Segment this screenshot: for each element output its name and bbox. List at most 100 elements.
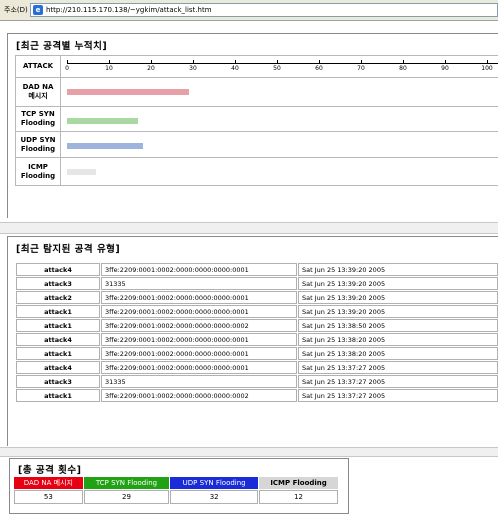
axis-tick [277,59,278,64]
address-cell: 3ffe:2209:0001:0002:0000:0000:0000:0002 [101,319,297,332]
time-cell: Sat Jun 25 13:39:20 2005 [298,305,498,318]
address-cell: 3ffe:2209:0001:0002:0000:0000:0000:0001 [101,263,297,276]
time-cell: Sat Jun 25 13:39:20 2005 [298,277,498,290]
totals-value-dad: 53 [14,490,83,504]
table-row: attack3 31335 Sat Jun 25 13:37:27 2005 [16,375,498,388]
axis-tick-label: 30 [189,64,197,72]
axis-tick [235,59,236,64]
time-cell: Sat Jun 25 13:37:27 2005 [298,361,498,374]
attack-name-cell: attack1 [16,347,100,360]
recent-frame: [최근 탐지된 공격 유형] attack4 3ffe:2209:0001:000… [7,236,498,446]
address-url[interactable]: http://210.115.170.138/~ygkim/attack_lis… [46,6,212,14]
attack-name-cell: attack3 [16,375,100,388]
totals-header-udp: UDP SYN Flooding [170,477,259,489]
row-label-icmp: ICMP Flooding [15,157,61,186]
table-row: attack4 3ffe:2209:0001:0002:0000:0000:000… [16,361,498,374]
address-cell: 3ffe:2209:0001:0002:0000:0000:0000:0001 [101,333,297,346]
axis-tick-label: 40 [231,64,239,72]
totals-value-icmp: 12 [259,490,338,504]
axis-tick [319,59,320,64]
attack-name-cell: attack2 [16,291,100,304]
table-row: attack1 3ffe:2209:0001:0002:0000:0000:000… [16,389,498,402]
table-row: attack1 3ffe:2209:0001:0002:0000:0000:000… [16,347,498,360]
address-cell: 3ffe:2209:0001:0002:0000:0000:0000:0001 [101,291,297,304]
time-cell: Sat Jun 25 13:39:20 2005 [298,291,498,304]
axis-tick [361,59,362,64]
table-row: attack1 3ffe:2209:0001:0002:0000:0000:000… [16,305,498,318]
axis-tick-label: 60 [315,64,323,72]
axis-tick [445,59,446,64]
axis-tick-label: 10 [105,64,113,72]
bar-dad [67,89,189,95]
attack-name-cell: attack4 [16,263,100,276]
axis-tick [151,59,152,64]
totals-value-udp: 32 [170,490,259,504]
bar-icmp [67,169,97,175]
time-cell: Sat Jun 25 13:38:50 2005 [298,319,498,332]
table-row: attack2 3ffe:2209:0001:0002:0000:0000:000… [16,291,498,304]
attack-name-cell: attack3 [16,277,100,290]
recent-table: attack4 3ffe:2209:0001:0002:0000:0000:000… [15,262,498,403]
totals-value-tcp: 29 [83,490,170,504]
address-cell: 3ffe:2209:0001:0002:0000:0000:0000:0001 [101,305,297,318]
totals-header-tcp: TCP SYN Flooding [83,477,170,489]
bar-cell-tcp [60,106,498,132]
axis-tick-label: 100 [481,64,493,72]
axis-tick [109,59,110,64]
axis: 0 10 20 30 40 50 60 70 80 90 100 [61,57,498,77]
attack-name-cell: attack4 [16,333,100,346]
address-cell: 31335 [101,375,297,388]
bar-cell-icmp [60,157,498,186]
totals-frame: [총 공격 횟수] DAD NA 메시지 TCP SYN Flooding UD… [9,458,349,514]
table-row: attack4 3ffe:2209:0001:0002:0000:0000:000… [16,263,498,276]
time-cell: Sat Jun 25 13:39:20 2005 [298,263,498,276]
axis-tick [193,59,194,64]
axis-tick-label: 0 [65,64,69,72]
address-cell: 3ffe:2209:0001:0002:0000:0000:0000:0001 [101,361,297,374]
table-row: attack4 3ffe:2209:0001:0002:0000:0000:000… [16,333,498,346]
totals-title: [총 공격 횟수] [18,465,82,476]
axis-tick [67,59,68,64]
axis-tick-label: 80 [399,64,407,72]
time-cell: Sat Jun 25 13:38:20 2005 [298,333,498,346]
row-label-dad: DAD NA 메시지 [15,77,61,107]
axis-tick-label: 90 [441,64,449,72]
axis-cell: 0 10 20 30 40 50 60 70 80 90 100 [60,55,498,78]
axis-tick-label: 20 [147,64,155,72]
axis-line [67,62,498,64]
axis-tick [487,59,488,64]
row-label-udp: UDP SYN Flooding [15,131,61,158]
attack-name-cell: attack4 [16,361,100,374]
table-row: attack3 31335 Sat Jun 25 13:39:20 2005 [16,277,498,290]
time-cell: Sat Jun 25 13:38:20 2005 [298,347,498,360]
page-icon: e [33,5,43,15]
bar-cell-dad [60,77,498,107]
attack-name-cell: attack1 [16,305,100,318]
bar-cell-udp [60,131,498,158]
cumulative-title: [최근 공격별 누적치] [16,41,108,52]
table-row: attack1 3ffe:2209:0001:0002:0000:0000:000… [16,319,498,332]
axis-label: ATTACK [15,55,61,78]
recent-title: [최근 탐지된 공격 유형] [16,244,121,255]
bar-tcp [67,118,139,124]
address-cell: 3ffe:2209:0001:0002:0000:0000:0000:0002 [101,389,297,402]
address-input[interactable]: e http://210.115.170.138/~ygkim/attack_l… [30,3,498,17]
axis-tick-label: 50 [273,64,281,72]
row-label-tcp: TCP SYN Flooding [15,106,61,132]
totals-header-icmp: ICMP Flooding [259,477,338,489]
address-label: 주소(D) [4,6,28,14]
cumulative-frame: [최근 공격별 누적치] ATTACK 0 10 20 30 40 50 60 70 80 90 1… [7,33,498,218]
attack-name-cell: attack1 [16,319,100,332]
attack-name-cell: attack1 [16,389,100,402]
frame-divider[interactable] [0,222,498,234]
axis-tick-label: 70 [357,64,365,72]
axis-tick [403,59,404,64]
time-cell: Sat Jun 25 13:37:27 2005 [298,375,498,388]
address-cell: 3ffe:2209:0001:0002:0000:0000:0000:0001 [101,347,297,360]
time-cell: Sat Jun 25 13:37:27 2005 [298,389,498,402]
frame-divider[interactable] [0,447,498,457]
totals-table: DAD NA 메시지 TCP SYN Flooding UDP SYN Floo… [13,476,339,505]
cumulative-table: ATTACK 0 10 20 30 40 50 60 70 80 90 100 DAD NA 메시지 … [15,55,498,186]
bar-udp [67,143,143,149]
totals-header-dad: DAD NA 메시지 [14,477,83,489]
